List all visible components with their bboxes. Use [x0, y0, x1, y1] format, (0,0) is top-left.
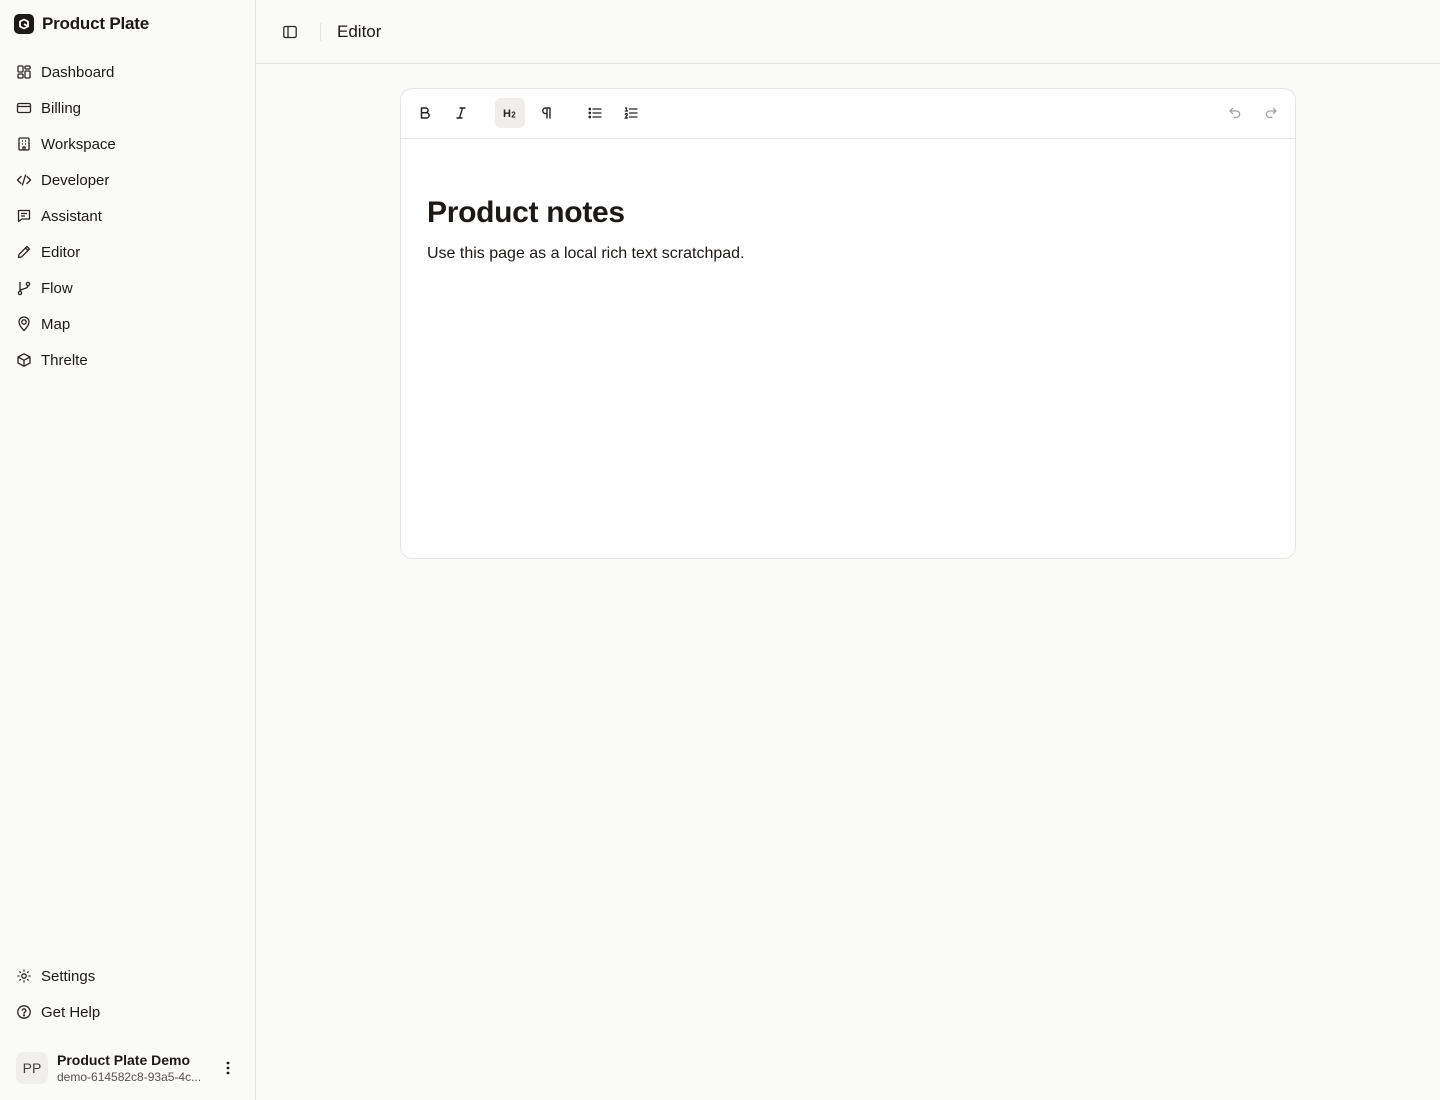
- undo-button[interactable]: [1220, 98, 1250, 128]
- credit-card-icon: [16, 102, 32, 114]
- bold-icon: [420, 107, 430, 119]
- avatar: PP: [16, 1052, 48, 1084]
- code-icon: [16, 174, 32, 186]
- sidebar-item-label: Map: [41, 315, 71, 333]
- building-icon: [18, 137, 30, 151]
- sidebar: Product Plate Dashboard Billing Workspac…: [0, 0, 256, 1100]
- heading-2-button[interactable]: H2: [495, 98, 525, 128]
- page-header: Editor: [256, 0, 1440, 64]
- sidebar-item-label: Get Help: [41, 1003, 101, 1021]
- sidebar-item-flow[interactable]: Flow: [8, 270, 248, 306]
- sidebar-item-assistant[interactable]: Assistant: [8, 198, 248, 234]
- brand-name: Product Plate: [42, 14, 149, 33]
- sidebar-item-dashboard[interactable]: Dashboard: [8, 54, 248, 90]
- editor-toolbar: H2: [401, 89, 1295, 139]
- rich-text-editor: H2 Product notes Use this page as a loca…: [400, 88, 1296, 559]
- header-divider: [320, 23, 321, 41]
- gear-icon: [17, 969, 31, 983]
- user-email: demo-614582c8-93a5-4c...: [57, 1070, 202, 1084]
- bullet-list-button[interactable]: [580, 98, 610, 128]
- italic-button[interactable]: [446, 98, 476, 128]
- sidebar-item-label: Threlte: [41, 351, 88, 369]
- sidebar-item-label: Developer: [41, 171, 110, 189]
- sidebar-item-map[interactable]: Map: [8, 306, 248, 342]
- svg-text:H: H: [503, 108, 511, 120]
- svg-text:2: 2: [511, 111, 516, 120]
- user-name: Product Plate Demo: [57, 1052, 191, 1068]
- ordered-list-button[interactable]: [616, 98, 646, 128]
- page-title: Editor: [337, 22, 382, 41]
- heading-2-icon: H2: [503, 108, 516, 120]
- paragraph-button[interactable]: [531, 98, 561, 128]
- sidebar-toggle-button[interactable]: [278, 18, 302, 46]
- map-pin-user-icon: [18, 316, 30, 332]
- sidebar-item-billing[interactable]: Billing: [8, 90, 248, 126]
- document-paragraph[interactable]: Use this page as a local rich text scrat…: [427, 243, 1267, 265]
- sidebar-item-get-help[interactable]: Get Help: [8, 994, 248, 1030]
- editor-content[interactable]: Product notes Use this page as a local r…: [427, 195, 1267, 265]
- sidebar-item-label: Dashboard: [41, 63, 115, 81]
- sidebar-item-settings[interactable]: Settings: [8, 958, 248, 994]
- undo-icon: [1229, 107, 1241, 119]
- cube-icon: [17, 353, 31, 367]
- help-circle-icon: [17, 1005, 31, 1019]
- sidebar-item-label: Workspace: [41, 135, 116, 153]
- dashboard-icon: [17, 65, 31, 79]
- bold-button[interactable]: [410, 98, 440, 128]
- sidebar-item-threlte[interactable]: Threlte: [8, 342, 248, 378]
- sidebar-item-label: Settings: [41, 967, 96, 985]
- git-branch-icon: [17, 281, 31, 296]
- pilcrow-icon: [542, 107, 551, 119]
- sidebar-item-label: Editor: [41, 243, 81, 261]
- bullet-list-icon: [588, 107, 602, 119]
- sidebar-item-label: Assistant: [41, 207, 102, 225]
- user-info: Product Plate Demo demo-614582c8-93a5-4c…: [57, 1051, 217, 1085]
- sidebar-item-developer[interactable]: Developer: [8, 162, 248, 198]
- user-account[interactable]: PP Product Plate Demo demo-614582c8-93a5…: [8, 1044, 248, 1092]
- sidebar-item-editor[interactable]: Editor: [8, 234, 248, 270]
- redo-icon: [1265, 107, 1277, 119]
- product-plate-logo-icon: [14, 14, 34, 34]
- pencil-icon: [17, 245, 31, 259]
- sidebar-item-label: Billing: [41, 99, 82, 117]
- message-icon: [17, 209, 31, 223]
- more-vertical-icon[interactable]: [218, 1058, 238, 1078]
- sidebar-footer: Settings Get Help: [8, 958, 248, 1030]
- redo-button[interactable]: [1256, 98, 1286, 128]
- sidebar-toggle-icon: [283, 25, 297, 39]
- ordered-list-icon: [624, 107, 638, 119]
- italic-icon: [456, 107, 466, 119]
- document-heading[interactable]: Product notes: [427, 195, 1267, 231]
- sidebar-item-workspace[interactable]: Workspace: [8, 126, 248, 162]
- brand-link[interactable]: Product Plate: [14, 12, 149, 36]
- sidebar-item-label: Flow: [41, 279, 73, 297]
- sidebar-nav: Dashboard Billing Workspace Developer As…: [8, 54, 248, 378]
